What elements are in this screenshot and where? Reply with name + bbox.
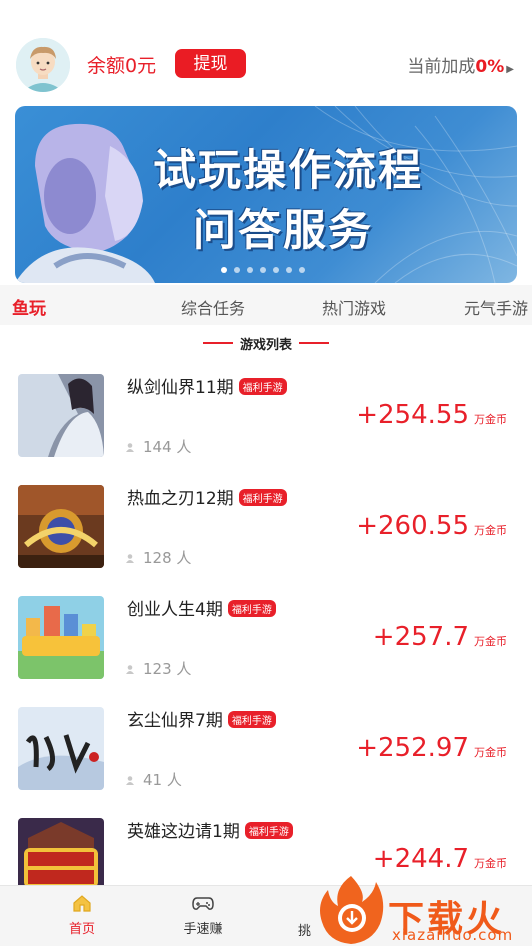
bonus-label: 当前加成 — [407, 57, 476, 77]
carousel-dot[interactable] — [247, 267, 253, 273]
welfare-tag: 福利手游 — [227, 600, 276, 617]
home-icon — [73, 895, 91, 912]
reward: +254.55 万金币 — [356, 400, 507, 430]
nav-home[interactable]: 首页 — [47, 894, 117, 937]
tab-yuanqi-games[interactable]: 元气手游 — [464, 295, 528, 319]
person-icon — [126, 660, 134, 674]
reward-amount: +254.55 — [356, 400, 469, 430]
game-name: 纵剑仙界11期 福利手游 — [127, 373, 287, 398]
reward-amount: +252.97 — [356, 733, 469, 763]
reward-amount: +260.55 — [356, 511, 469, 541]
carousel-dots — [221, 267, 305, 273]
reward-amount: +257.7 — [372, 622, 469, 652]
reward-unit: 万金币 — [474, 746, 507, 759]
player-count: 128 人 — [126, 547, 191, 568]
watermark-url: xiazaihuo.com — [392, 926, 514, 944]
carousel-dot[interactable] — [286, 267, 292, 273]
player-count: 123 人 — [126, 658, 191, 679]
tab-yuwan[interactable]: 鱼玩 — [12, 294, 46, 319]
banner-subtitle: 问答服务 — [193, 206, 373, 256]
account-header: 余额0元 提现 当前加成0% ▶ — [0, 36, 532, 94]
list-item[interactable]: 玄尘仙界7期 福利手游 41 人 +252.97 万金币 — [0, 693, 532, 804]
game-name: 玄尘仙界7期 福利手游 — [127, 706, 276, 731]
reward-amount: +244.7 — [372, 844, 469, 874]
player-count: 41 人 — [126, 769, 182, 790]
welfare-tag: 福利手游 — [227, 711, 276, 728]
divider-right — [299, 342, 329, 344]
reward-unit: 万金币 — [474, 413, 507, 426]
watermark: 下载火 xiazaihuo.com — [312, 872, 532, 946]
chevron-right-icon: ▶ — [506, 64, 514, 75]
bonus-link[interactable]: 当前加成0% ▶ — [407, 52, 514, 77]
gamepad-icon — [192, 897, 214, 910]
nav-speed-earn[interactable]: 手速赚 — [168, 894, 238, 937]
welfare-tag: 福利手游 — [244, 822, 293, 839]
reward-unit: 万金币 — [474, 524, 507, 537]
banner-title: 试玩操作流程 — [153, 146, 423, 196]
game-thumbnail — [18, 596, 104, 679]
section-title: 游戏列表 — [0, 333, 532, 353]
category-tabs: 鱼玩 综合任务 热门游戏 元气手游 — [0, 285, 532, 325]
carousel-dot[interactable] — [273, 267, 279, 273]
bonus-value: 0% — [475, 57, 505, 77]
game-name: 英雄这边请1期 福利手游 — [127, 817, 293, 842]
carousel-dot[interactable] — [299, 267, 305, 273]
balance-text: 余额0元 — [87, 55, 157, 77]
nav-speed-earn-label: 手速赚 — [183, 922, 223, 937]
carousel-dot[interactable] — [221, 267, 227, 273]
banner-carousel[interactable]: 试玩操作流程 问答服务 — [15, 106, 517, 283]
welfare-tag: 福利手游 — [238, 489, 287, 506]
person-icon — [126, 771, 134, 785]
game-thumbnail — [18, 818, 104, 885]
avatar[interactable] — [16, 38, 70, 92]
tab-comprehensive-tasks[interactable]: 综合任务 — [181, 295, 245, 319]
game-name: 热血之刃12期 福利手游 — [127, 484, 287, 509]
game-thumbnail — [18, 707, 104, 790]
game-thumbnail — [18, 374, 104, 457]
reward: +257.7 万金币 — [373, 622, 507, 652]
tab-hot-games[interactable]: 热门游戏 — [322, 295, 386, 319]
reward: +252.97 万金币 — [356, 733, 507, 763]
game-name: 创业人生4期 福利手游 — [127, 595, 276, 620]
welfare-tag: 福利手游 — [238, 378, 287, 395]
carousel-dot[interactable] — [234, 267, 240, 273]
game-list: 纵剑仙界11期 福利手游 144 人 +254.55 万金币 热血之刃12期 福利手游… — [0, 360, 532, 885]
player-count: 144 人 — [126, 436, 191, 457]
person-icon — [126, 438, 134, 452]
list-item[interactable]: 热血之刃12期 福利手游 128 人 +260.55 万金币 — [0, 471, 532, 582]
app-screen: 余额0元 提现 当前加成0% ▶ 试玩操作流程 问答服务 鱼玩 综合任务 热门游戏 — [0, 0, 532, 946]
reward: +260.55 万金币 — [356, 511, 507, 541]
nav-home-label: 首页 — [68, 922, 95, 937]
section-title-text: 游戏列表 — [239, 338, 292, 353]
carousel-dot[interactable] — [260, 267, 266, 273]
flame-logo — [320, 876, 384, 944]
reward-unit: 万金币 — [474, 635, 507, 648]
reward: +244.7 万金币 — [373, 844, 507, 874]
divider-left — [203, 342, 233, 344]
game-thumbnail — [18, 485, 104, 568]
list-item[interactable]: 创业人生4期 福利手游 123 人 +257.7 万金币 — [0, 582, 532, 693]
withdraw-button[interactable]: 提现 — [175, 49, 246, 78]
person-icon — [126, 549, 134, 563]
reward-unit: 万金币 — [474, 857, 507, 870]
list-item[interactable]: 纵剑仙界11期 福利手游 144 人 +254.55 万金币 — [0, 360, 532, 471]
